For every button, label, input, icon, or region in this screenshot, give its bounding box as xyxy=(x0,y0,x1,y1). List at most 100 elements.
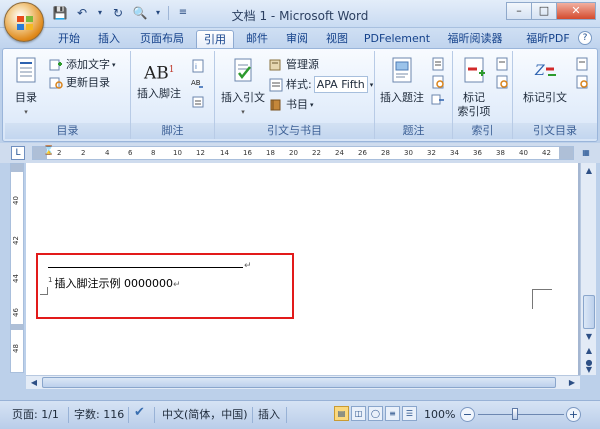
update-toa-icon[interactable] xyxy=(575,75,589,89)
print-layout-view-icon[interactable]: ▤ xyxy=(334,406,349,421)
ribbon-tabs: 开始 插入 页面布局 引用 邮件 审阅 视图 PDFelement 福昕阅读器 … xyxy=(0,28,600,48)
status-language[interactable]: 中文(简体，中国) xyxy=(162,408,248,422)
draft-view-icon[interactable]: ☰ xyxy=(402,406,417,421)
ruler-number: 16 xyxy=(243,149,252,157)
ruler-number: 4 xyxy=(105,149,110,157)
mark-citation-button[interactable]: Z 标记引文 xyxy=(517,55,573,105)
zoom-level[interactable]: 100% xyxy=(424,408,455,422)
update-table-icon[interactable] xyxy=(431,75,445,89)
ruler-number: 40 xyxy=(12,196,20,206)
tab-pdfelement[interactable]: PDFelement xyxy=(360,30,434,48)
zoom-out-icon[interactable]: − xyxy=(460,407,475,422)
maximize-button[interactable]: □ xyxy=(531,2,557,20)
status-bar: 页面: 1/1 字数: 116 ✔ 中文(简体，中国) 插入 ▤ ◫ ◯ ≡ ☰… xyxy=(0,400,600,429)
scroll-right-icon[interactable]: ▶ xyxy=(566,377,578,389)
add-text-button[interactable]: 添加文字 ▾ xyxy=(49,57,116,73)
mark-entry-icon xyxy=(464,57,485,83)
toc-button[interactable]: 目录 ▾ xyxy=(9,55,43,119)
horizontal-scrollbar[interactable]: ◀ ▶ xyxy=(26,375,580,389)
tab-view[interactable]: 视图 xyxy=(318,30,356,48)
svg-text:i: i xyxy=(195,63,197,71)
group-footnotes-label: 脚注 xyxy=(131,123,214,139)
insert-citation-label: 插入引文 xyxy=(221,91,265,104)
scroll-down-icon[interactable]: ▼ xyxy=(583,331,595,343)
style-selector[interactable]: 样式: APA Fifth ▾ xyxy=(269,76,373,93)
cross-reference-icon[interactable] xyxy=(431,93,445,107)
close-button[interactable]: ✕ xyxy=(556,2,596,20)
mark-citation-label: 标记引文 xyxy=(523,91,567,104)
vertical-scroll-thumb[interactable] xyxy=(583,295,595,329)
ruler-number: 48 xyxy=(12,344,20,354)
next-footnote-icon[interactable]: AB xyxy=(191,77,205,91)
ruler-number: 18 xyxy=(266,149,275,157)
mark-entry-label-1: 标记 xyxy=(463,91,485,104)
dropdown-arrow-icon[interactable]: ▾ xyxy=(370,77,374,93)
tab-stop-selector[interactable]: L xyxy=(11,146,25,160)
title-bar: 💾 ↶ ▾ ↻ 🔍 ▾ ≡ 文档 1 - Microsoft Word – □ … xyxy=(0,0,600,28)
next-page-icon[interactable]: ▼ xyxy=(583,365,595,375)
status-separator xyxy=(252,407,253,423)
insert-toa-icon[interactable] xyxy=(575,57,589,71)
scroll-left-icon[interactable]: ◀ xyxy=(28,377,40,389)
ruler-number: 30 xyxy=(404,149,413,157)
previous-page-icon[interactable]: ▲ xyxy=(583,345,595,357)
insert-endnote-icon[interactable]: i xyxy=(191,59,205,73)
scroll-up-icon[interactable]: ▲ xyxy=(583,165,595,177)
ruler-margin-bottom xyxy=(11,324,23,330)
insert-citation-button[interactable]: 插入引文 ▾ xyxy=(217,55,269,119)
tab-review[interactable]: 审阅 xyxy=(278,30,316,48)
outline-view-icon[interactable]: ≡ xyxy=(385,406,400,421)
status-insert-mode[interactable]: 插入 xyxy=(258,408,280,422)
zoom-slider-thumb[interactable] xyxy=(512,408,518,420)
ruler-number: 46 xyxy=(12,308,20,318)
indent-marker-icon[interactable]: ⌛ xyxy=(43,147,54,159)
help-icon[interactable]: ? xyxy=(578,31,592,45)
status-words[interactable]: 字数: 116 xyxy=(74,408,124,422)
office-button[interactable] xyxy=(4,2,44,42)
web-layout-icon[interactable]: ◯ xyxy=(368,406,383,421)
add-text-icon xyxy=(49,59,62,71)
ribbon: 目录 ▾ 添加文字 ▾ 更新目录 目录 AB1 插入脚注 i AB ↘ 脚注 xyxy=(2,48,598,142)
style-label: 样式: xyxy=(286,77,312,91)
insert-index-icon[interactable] xyxy=(495,57,509,71)
tab-foxit-reader[interactable]: 福昕阅读器 xyxy=(440,30,510,48)
bibliography-button[interactable]: 书目 ▾ xyxy=(269,97,314,113)
view-ruler-icon[interactable]: ▦ xyxy=(580,147,592,159)
proofing-check-icon[interactable]: ✔ xyxy=(134,406,145,420)
mark-entry-button[interactable]: 标记 索引项 xyxy=(455,55,493,119)
mark-entry-label-2: 索引项 xyxy=(457,105,491,118)
mark-citation-icon: Z xyxy=(534,63,556,79)
dropdown-arrow-icon: ▾ xyxy=(112,61,116,69)
update-index-icon[interactable] xyxy=(495,75,509,89)
insert-footnote-button[interactable]: AB1 插入脚注 xyxy=(133,55,185,101)
vertical-scrollbar[interactable]: ▲ ▼ ▲ ● ▼ xyxy=(580,163,596,375)
update-toc-icon xyxy=(49,77,63,89)
insert-caption-label: 插入题注 xyxy=(380,91,424,104)
ruler-number: 10 xyxy=(173,149,182,157)
update-toc-label: 更新目录 xyxy=(66,76,110,89)
tab-page-layout[interactable]: 页面布局 xyxy=(132,30,192,48)
tab-mailings[interactable]: 邮件 xyxy=(238,30,276,48)
minimize-button[interactable]: – xyxy=(506,2,532,20)
tab-insert[interactable]: 插入 xyxy=(90,30,128,48)
style-icon xyxy=(269,78,283,91)
update-toc-button[interactable]: 更新目录 xyxy=(49,75,110,91)
horizontal-scroll-thumb[interactable] xyxy=(42,377,556,388)
tab-home[interactable]: 开始 xyxy=(50,30,88,48)
vertical-ruler[interactable]: 40 42 44 46 48 xyxy=(10,163,24,373)
status-page[interactable]: 页面: 1/1 xyxy=(12,408,59,422)
ruler-number: 40 xyxy=(519,149,528,157)
tab-foxit-pdf[interactable]: 福昕PDF xyxy=(516,30,580,48)
zoom-in-icon[interactable]: + xyxy=(566,407,581,422)
tab-references[interactable]: 引用 xyxy=(196,30,234,48)
style-combo[interactable]: APA Fifth xyxy=(313,76,368,93)
add-text-label: 添加文字 xyxy=(66,58,110,71)
horizontal-ruler[interactable]: ⌛ 2 2 4 6 8 10 12 14 16 18 20 22 24 26 2… xyxy=(32,146,574,160)
insert-table-of-figures-icon[interactable] xyxy=(431,57,445,71)
insert-caption-button[interactable]: 插入题注 xyxy=(377,55,427,105)
full-screen-reading-icon[interactable]: ◫ xyxy=(351,406,366,421)
show-notes-icon[interactable] xyxy=(191,95,205,109)
manage-sources-button[interactable]: 管理源 xyxy=(269,57,319,73)
zoom-slider-track[interactable] xyxy=(478,414,564,415)
ruler-number: 34 xyxy=(450,149,459,157)
